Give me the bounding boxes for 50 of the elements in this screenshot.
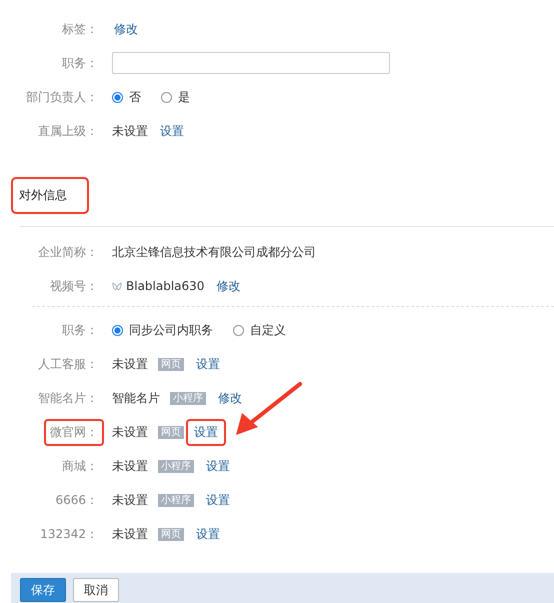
field-label: 微官网： [44, 418, 104, 446]
field-label: 132342： [39, 526, 99, 542]
field-label: 部门负责人： [25, 88, 98, 106]
set-link[interactable]: 修改 [216, 384, 244, 412]
radio-label: 自定义 [250, 322, 286, 338]
field-value: 未设置 [112, 356, 148, 372]
field-label: 商城： [61, 458, 99, 474]
field-label: 6666： [54, 492, 99, 508]
field-value: 未设置 [112, 122, 148, 140]
radio-button[interactable] [112, 92, 123, 102]
field-value: 北京尘锋信息技术有限公司成都分公司 [112, 244, 316, 260]
radio-button[interactable] [161, 92, 172, 102]
edit-link[interactable]: 修改 [214, 272, 242, 300]
form-button[interactable]: 取消 [73, 578, 119, 602]
type-tag: 小程序 [170, 392, 206, 404]
field-label: 职务： [61, 54, 98, 72]
radio-label: 否 [129, 88, 141, 106]
set-link[interactable]: 设置 [186, 418, 226, 446]
type-tag: 网页 [158, 358, 184, 370]
field-label: 智能名片： [37, 390, 99, 406]
set-link[interactable]: 设置 [194, 350, 222, 378]
butterfly-icon [112, 282, 122, 290]
field-value: 未设置 [112, 458, 148, 474]
field-value: 未设置 [112, 492, 148, 508]
type-tag: 小程序 [158, 460, 194, 472]
set-link[interactable]: 设置 [204, 486, 232, 514]
section-title: 对外信息 [11, 176, 89, 214]
field-value: 未设置 [112, 526, 148, 542]
radio-button[interactable] [233, 324, 244, 336]
edit-link[interactable]: 修改 [112, 16, 140, 42]
field-value: 智能名片 [112, 390, 160, 406]
field-label: 职务： [61, 322, 99, 338]
field-value: Blablabla630 [126, 279, 204, 293]
field-label: 人工客服： [37, 356, 99, 372]
radio-label: 同步公司内职务 [129, 322, 213, 338]
set-link[interactable]: 设置 [158, 118, 186, 144]
type-tag: 网页 [158, 426, 184, 438]
radio-label: 是 [178, 88, 190, 106]
radio-button[interactable] [112, 324, 123, 336]
input-field[interactable] [112, 52, 390, 74]
form-button[interactable]: 保存 [20, 578, 66, 602]
type-tag: 网页 [158, 528, 184, 540]
set-link[interactable]: 设置 [194, 520, 222, 548]
field-label: 企业简称： [37, 244, 98, 260]
field-value: 未设置 [112, 424, 148, 440]
field-label: 直属上级： [37, 122, 98, 140]
field-label: 视频号： [49, 278, 98, 294]
type-tag: 小程序 [158, 494, 194, 506]
field-label: 标签： [61, 20, 98, 38]
set-link[interactable]: 设置 [204, 452, 232, 480]
